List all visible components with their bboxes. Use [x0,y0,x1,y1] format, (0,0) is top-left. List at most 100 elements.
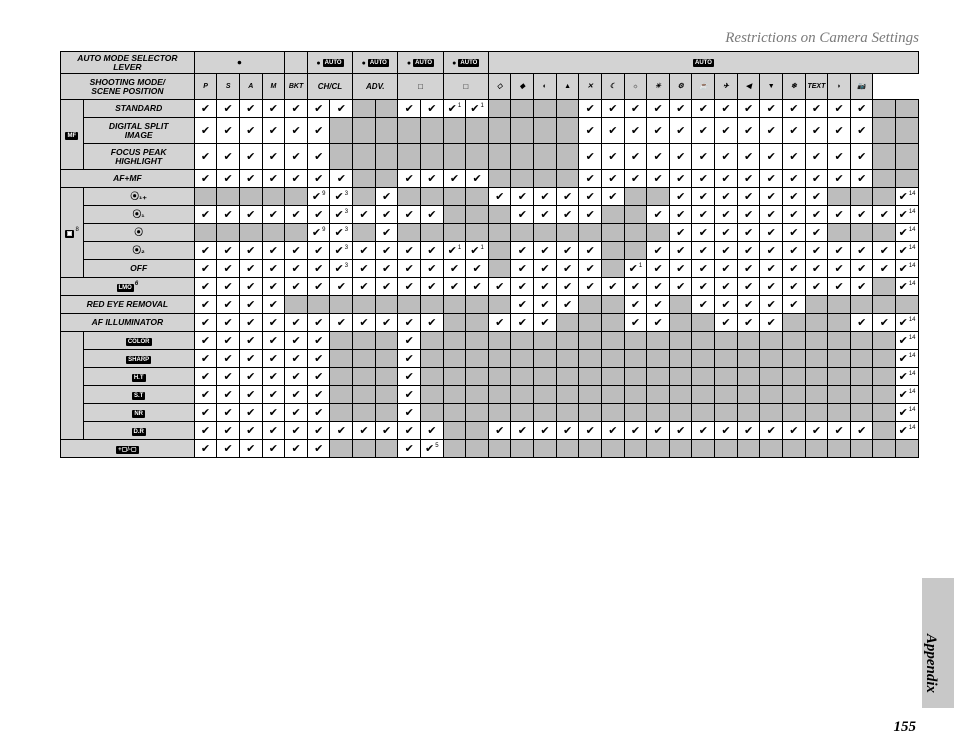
cell-check: ✔ [647,118,670,144]
cell-check: ✔1 [466,100,489,118]
cell-check: ✔ [262,332,285,350]
cell-check: ✔ [285,170,308,188]
cell-disabled [850,440,873,458]
cell-disabled [579,332,602,350]
cell-disabled [534,100,557,118]
cell-disabled [624,440,647,458]
cell-check: ✔ [194,350,217,368]
cell-check: ✔ [669,118,692,144]
cell-disabled [353,368,376,386]
cell-check: ✔ [850,422,873,440]
cell-check: ✔ [760,296,783,314]
cell-disabled [262,188,285,206]
cell-disabled [782,386,805,404]
column-header: ☾ [601,74,624,100]
cell-check: ✔ [194,368,217,386]
cell-disabled [579,314,602,332]
cell-disabled [579,350,602,368]
cell-check: ✔ [647,260,670,278]
cell-disabled [737,440,760,458]
cell-disabled [420,350,443,368]
cell-disabled [805,386,828,404]
cell-check: ✔ [262,314,285,332]
column-header: ☼ [624,74,647,100]
cell-check: ✔ [217,242,240,260]
cell-check: ✔ [601,118,624,144]
cell-check: ✔ [307,350,330,368]
cell-check: ✔ [624,278,647,296]
cell-check: ✔ [601,188,624,206]
cell-disabled [488,404,511,422]
cell-check: ✔ [398,206,421,224]
cell-check: ✔ [715,144,738,170]
cell-check: ✔ [850,118,873,144]
cell-disabled [828,350,851,368]
cell-check: ✔ [488,422,511,440]
cell-check: ✔1 [443,100,466,118]
table-row: S.T✔✔✔✔✔✔✔✔14 [61,386,919,404]
cell-disabled [330,118,353,144]
cell-check: ✔14 [896,278,919,296]
cell-disabled [353,296,376,314]
cell-disabled [715,440,738,458]
cell-check: ✔ [805,206,828,224]
cell-check: ✔14 [896,404,919,422]
cell-check: ✔ [353,278,376,296]
cell-check: ✔ [647,100,670,118]
cell-check: ✔ [239,422,262,440]
cell-disabled [601,386,624,404]
header-auto-chip: AUTO [353,52,398,74]
cell-disabled [443,422,466,440]
table-row: OFF✔✔✔✔✔✔✔3✔✔✔✔✔✔✔✔✔✔✔1✔✔✔✔✔✔✔✔✔✔✔✔14 [61,260,919,278]
cell-check: ✔ [692,118,715,144]
cell-disabled [420,224,443,242]
cell-check: ✔ [420,260,443,278]
cell-disabled [624,242,647,260]
cell-disabled [534,440,557,458]
cell-check: ✔ [737,118,760,144]
table-row: LMO6✔✔✔✔✔✔✔✔✔✔✔✔✔✔✔✔✔✔✔✔✔✔✔✔✔✔✔✔✔✔✔14 [61,278,919,296]
cell-check: ✔ [285,440,308,458]
cell-disabled [330,144,353,170]
cell-check: ✔3 [330,260,353,278]
cell-check: ✔ [737,296,760,314]
cell-check: ✔ [828,242,851,260]
cell-check: ✔ [217,100,240,118]
cell-disabled [850,368,873,386]
cell-disabled [737,368,760,386]
cell-disabled [488,206,511,224]
column-header: ⚙ [669,74,692,100]
cell-check: ✔ [194,440,217,458]
cell-check: ✔ [692,188,715,206]
cell-check: ✔3 [330,224,353,242]
cell-check: ✔ [398,332,421,350]
cell-check: ✔ [307,440,330,458]
cell-check: ✔ [466,170,489,188]
cell-check: ✔ [239,170,262,188]
cell-disabled [511,100,534,118]
cell-disabled [601,440,624,458]
cell-disabled [375,332,398,350]
cell-disabled [782,368,805,386]
cell-check: ✔ [715,278,738,296]
cell-check: ✔ [601,100,624,118]
cell-disabled [511,118,534,144]
table-row: ⦿₁✔✔✔✔✔✔✔3✔✔✔✔✔✔✔✔✔✔✔✔✔✔✔✔✔✔✔✔14 [61,206,919,224]
cell-disabled [398,144,421,170]
table-row: RED EYE REMOVAL✔✔✔✔✔✔✔✔✔✔✔✔✔✔ [61,296,919,314]
column-header: ◀ [737,74,760,100]
column-header: Adv. [353,74,398,100]
cell-disabled [353,188,376,206]
cell-check: ✔ [511,278,534,296]
cell-disabled [443,386,466,404]
cell-check: ✔ [556,188,579,206]
cell-disabled [488,440,511,458]
cell-check: ✔ [420,278,443,296]
cell-check: ✔ [850,278,873,296]
cell-disabled [896,144,919,170]
cell-check: ✔ [307,170,330,188]
cell-check: ✔ [692,260,715,278]
column-header: ❄ [782,74,805,100]
cell-disabled [443,144,466,170]
cell-disabled [579,296,602,314]
